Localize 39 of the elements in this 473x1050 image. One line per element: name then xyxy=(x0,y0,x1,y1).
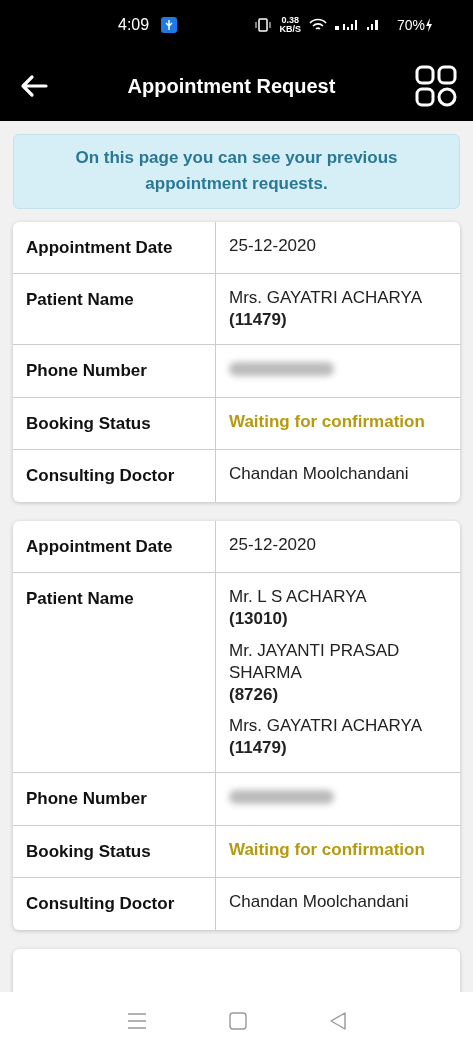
patient-id: (8726) xyxy=(229,683,280,706)
patient-id: (13010) xyxy=(229,608,289,631)
booking-status: Waiting for confirmation xyxy=(229,411,425,431)
field-label: Phone Number xyxy=(13,773,216,825)
menu-icon[interactable] xyxy=(126,1012,147,1030)
home-square-icon[interactable] xyxy=(228,1012,247,1030)
patient-name: Mr. JAYANTI PRASAD SHARMA xyxy=(229,639,401,684)
usb-icon xyxy=(161,17,178,33)
clock-text: 4:09 xyxy=(118,15,150,35)
field-label: Appointment Date xyxy=(13,520,216,573)
field-label: Phone Number xyxy=(13,345,216,397)
field-label: Patient Name xyxy=(13,573,216,773)
grid-menu-icon[interactable] xyxy=(415,64,457,107)
field-value: 25-12-2020 xyxy=(228,234,317,257)
patient-name: Mr. L S ACHARYA xyxy=(229,586,368,609)
field-value: Chandan Moolchandani xyxy=(228,891,410,914)
field-label: Booking Status xyxy=(13,397,216,450)
field-label: Patient Name xyxy=(13,274,216,345)
back-arrow-icon[interactable] xyxy=(20,73,48,98)
field-value: 25-12-2020 xyxy=(228,533,317,556)
wifi-icon xyxy=(308,18,327,32)
patient-name: Mrs. GAYATRI ACHARYA xyxy=(229,714,423,737)
battery-text: 70% xyxy=(396,15,425,35)
field-label: Booking Status xyxy=(13,825,216,878)
field-label: Consulting Doctor xyxy=(13,878,216,930)
field-label: Consulting Doctor xyxy=(13,450,216,502)
patient-name: Mrs. GAYATRI ACHARYA xyxy=(229,287,423,310)
booking-status: Waiting for confirmation xyxy=(229,839,425,859)
field-value: Chandan Moolchandani xyxy=(228,463,410,486)
back-triangle-icon[interactable] xyxy=(328,1011,347,1031)
speed-unit-text: KB/S xyxy=(279,25,301,34)
charging-icon xyxy=(425,18,433,32)
field-label: Appointment Date xyxy=(13,221,216,274)
info-notice: On this page you can see your previous appointment requests. xyxy=(13,134,460,209)
patient-id: (11479) xyxy=(229,309,288,332)
speed-text: 0.38 xyxy=(280,16,300,25)
patient-id: (11479) xyxy=(229,736,288,759)
vibrate-icon xyxy=(255,18,272,32)
page-title: Appointment Request xyxy=(126,73,337,99)
